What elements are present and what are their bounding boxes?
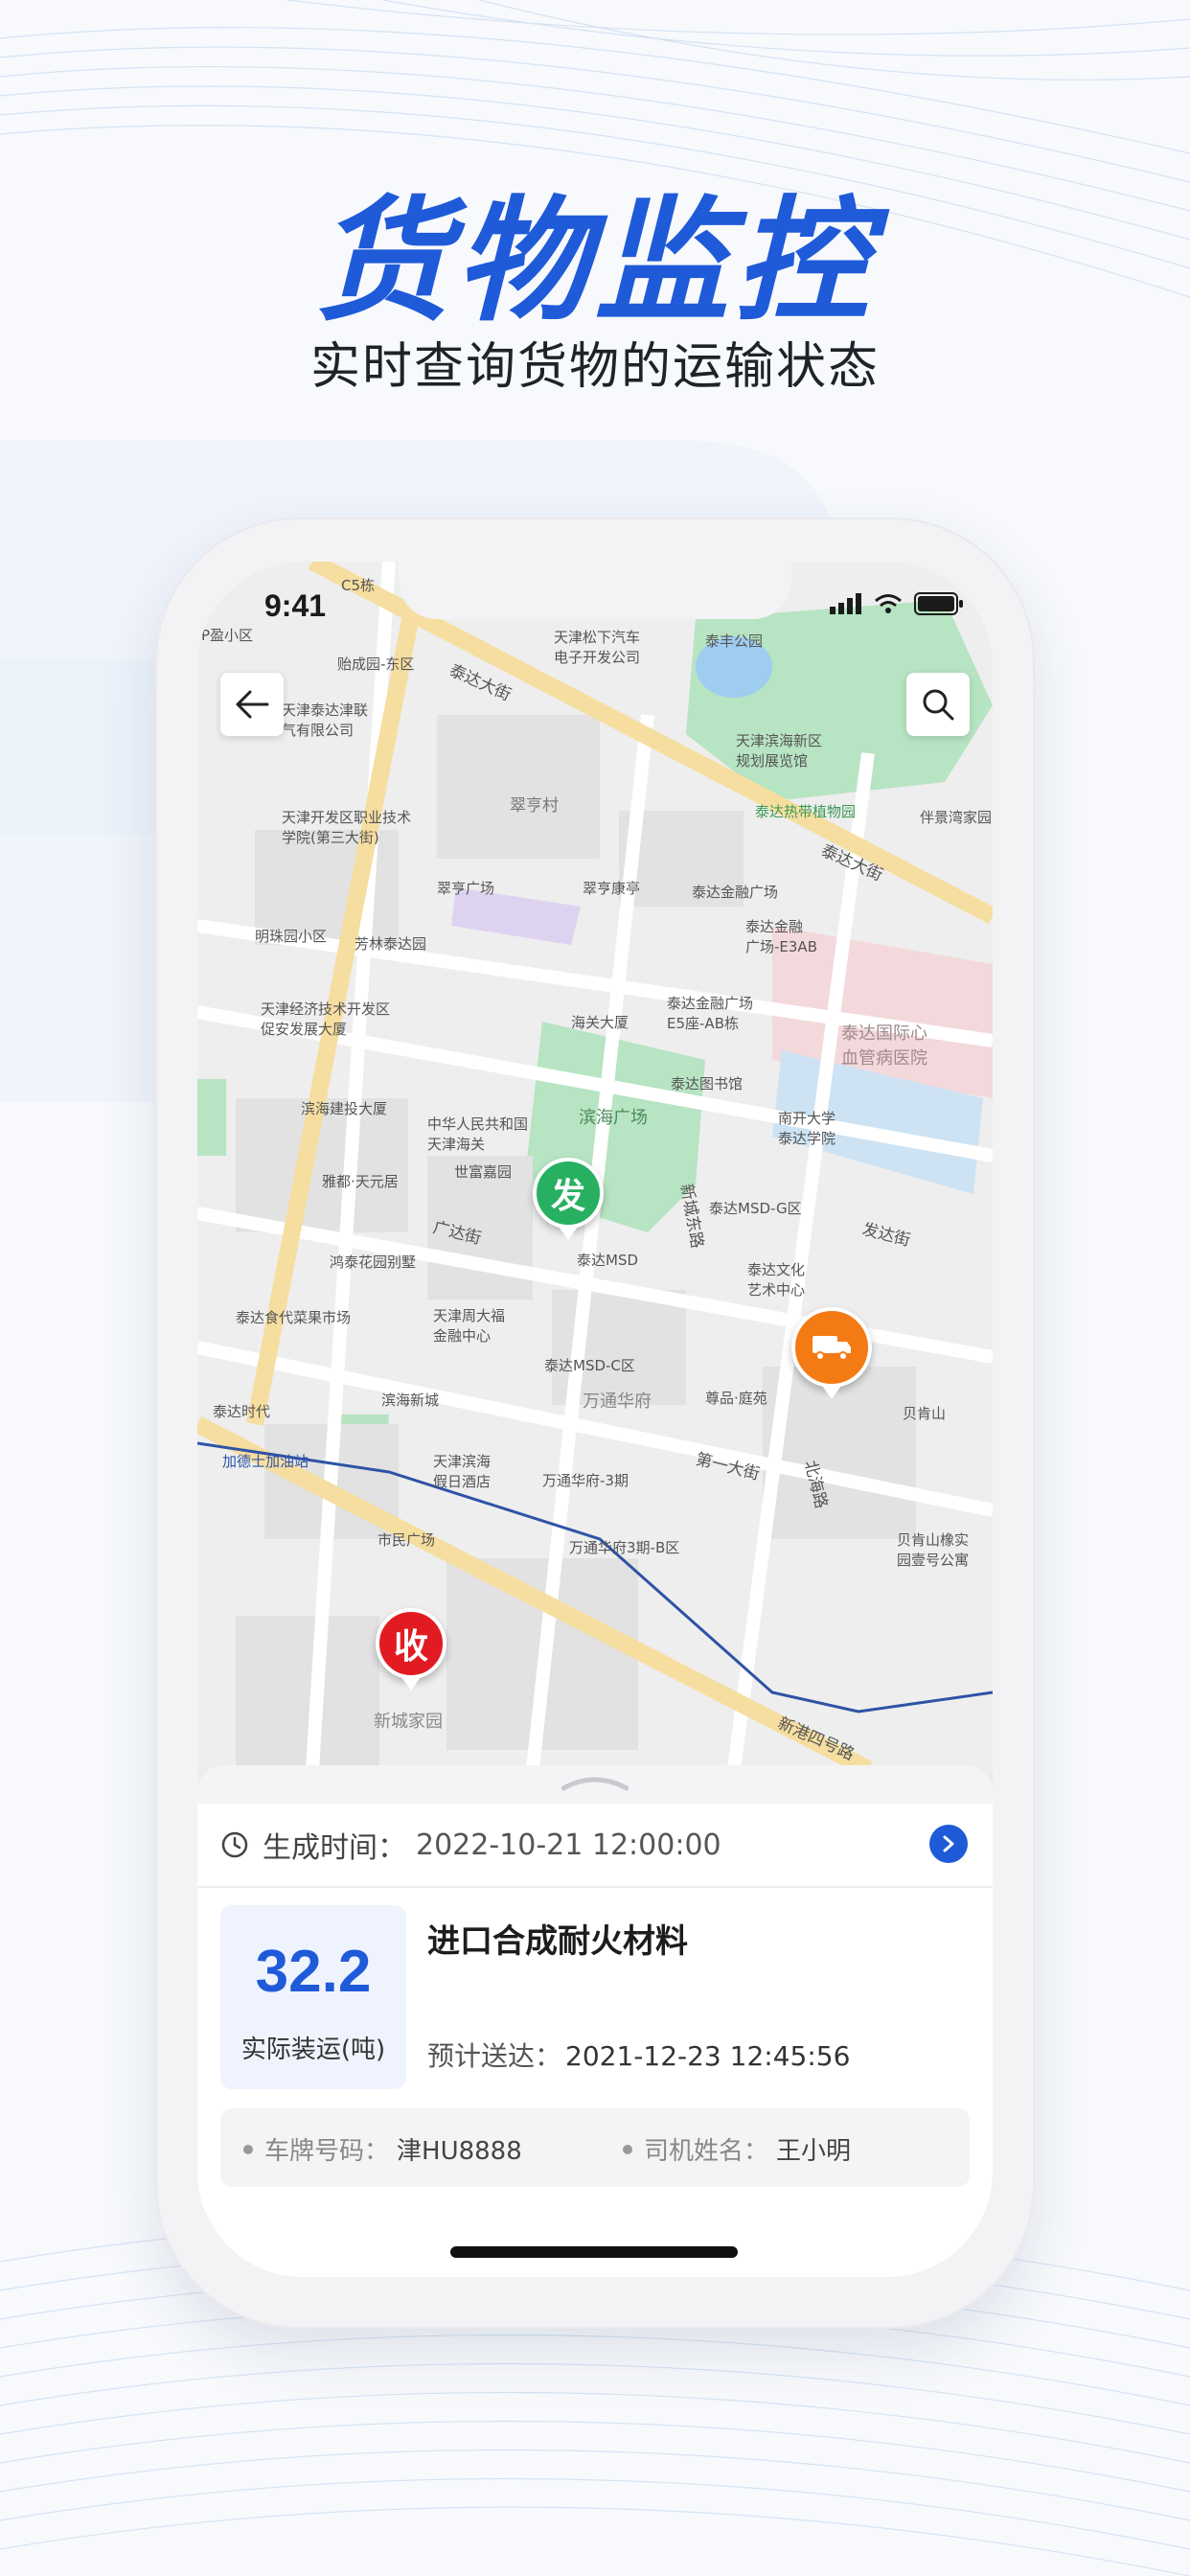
cargo-name: 进口合成耐火材料 [427,1922,688,1961]
status-time: 9:41 [264,588,327,623]
map-label: 滨海建投大厦 [301,1100,388,1117]
map-label: 天津松下汽车 电子开发公司 [554,629,641,666]
plate-label: 车牌号码： [264,2137,390,2166]
phone-screen: C5栋 P盈小区 贻成园-东区 天津松下汽车 电子开发公司 泰丰公园 天津泰达津… [197,562,993,2277]
map-label: 天津经济技术开发区 促安发展大厦 [261,1000,391,1038]
map-label: 市民广场 [378,1531,436,1549]
battery-icon [914,592,963,615]
hero-subtitle: 实时查询货物的运输状态 [309,338,880,396]
eta-label: 预计送达： [427,2040,562,2072]
map-label: 泰丰公园 [705,632,764,650]
weight-value: 32.2 [255,1939,372,2005]
bullet-dot [243,2144,253,2154]
generated-time-value: 2022-10-21 12:00:00 [416,1828,721,1862]
status-icons [830,592,964,615]
map-label: 加德士加油站 [222,1453,309,1470]
map-label: 泰达金融广场 E5座-AB栋 [667,995,754,1032]
home-indicator[interactable] [450,2246,738,2258]
map-label: 泰达金融广场 [692,884,779,901]
map-label: 滨海广场 [579,1108,648,1128]
map-label: 天津滨海新区 规划展览馆 [736,732,823,770]
map-label: 泰达MSD-G区 [709,1200,802,1217]
sheet-handle[interactable] [197,1765,993,1804]
map-label: 天津滨海 假日酒店 [433,1453,492,1490]
map-label: 泰达图书馆 [671,1075,744,1092]
map-label: 雅都·天元居 [322,1173,399,1190]
map-label: 中华人民共和国 天津海关 [427,1116,529,1153]
map-label: 新城家园 [374,1712,443,1732]
eta-row: 预计送达： 2021-12-23 12:45:56 [427,2036,850,2074]
truck-pin[interactable] [791,1307,872,1399]
clock-icon [221,1831,248,1858]
map-label: 贝肯山橡实 园壹号公寓 [897,1531,970,1569]
map-label: 天津泰达津联 气有限公司 [282,702,369,739]
map-label: 南开大学 泰达学院 [778,1110,836,1147]
vehicle-info-row: 车牌号码： 津HU8888 司机姓名： 王小明 [220,2108,970,2187]
plate-item: 车牌号码： 津HU8888 [243,2131,522,2167]
map-label: 泰达文化 艺术中心 [747,1261,806,1299]
driver-label: 司机姓名： [644,2137,769,2166]
driver-value: 王小明 [776,2137,852,2166]
generated-time-label: 生成时间： [263,1831,406,1865]
origin-pin[interactable]: 发 [533,1158,604,1240]
map-label: C5栋 [341,577,376,594]
weight-card: 32.2 实际装运(吨) [220,1905,406,2089]
map[interactable] [197,562,993,1769]
destination-pin[interactable]: 收 [376,1608,446,1690]
map-label: P盈小区 [201,627,254,644]
plate-value: 津HU8888 [397,2137,522,2166]
map-label: 鸿泰花园别墅 [330,1254,417,1271]
map-label: 伴景湾家园 [920,809,993,826]
eta-value: 2021-12-23 12:45:56 [565,2040,851,2072]
shipment-sheet: 生成时间： 2022-10-21 12:00:00 32.2 实际装运(吨) 进… [197,1765,993,2277]
map-label: 泰达食代菜果市场 [236,1309,352,1326]
map-label: 世富嘉园 [454,1163,513,1181]
map-label: 明珠园小区 [255,928,328,945]
notch [399,562,791,619]
map-label: 万通华府3期-B区 [569,1539,680,1556]
back-button[interactable] [220,673,284,736]
map-label: 泰达时代 [213,1403,271,1420]
wifi-icon [875,594,902,613]
map-label: 泰达金融 广场-E3AB [745,918,817,955]
map-label: 芳林泰达园 [355,935,427,953]
map-label: 天津周大福 金融中心 [433,1307,506,1345]
truck-icon [812,1336,851,1361]
map-label: 天津开发区职业技术 学院(第三大街) [282,809,412,846]
map-label: 万通华府 [583,1392,652,1412]
signal-icon [830,593,861,614]
chevron-up-icon [561,1777,629,1791]
search-button[interactable] [906,673,970,736]
map-label: 泰达国际心 血管病医院 [841,1024,927,1069]
back-arrow-icon [236,690,269,719]
weight-label: 实际装运(吨) [240,2036,386,2064]
generated-time-row[interactable]: 生成时间： 2022-10-21 12:00:00 [197,1804,993,1888]
search-icon [923,689,954,721]
chevron-right-icon [943,1835,954,1852]
bullet-dot [623,2144,632,2154]
map-label: 尊品·庭苑 [705,1390,767,1407]
map-label: 贻成园-东区 [337,656,415,673]
map-label: 翠亨村 [510,796,559,816]
driver-item: 司机姓名： 王小明 [623,2131,851,2167]
detail-button[interactable] [929,1825,968,1863]
map-label: 翠亨康亭 [583,880,641,897]
map-label: 泰达MSD [577,1252,639,1269]
map-label: 泰达热带植物园 [755,803,857,820]
map-label: 万通华府-3期 [542,1472,629,1489]
map-label: 泰达MSD-C区 [544,1357,635,1374]
map-label: 滨海新城 [381,1392,440,1409]
map-label: 翠亨广场 [437,880,495,897]
hero-title: 货物监控 [314,184,875,340]
map-label: 贝肯山 [903,1405,947,1422]
map-label: 海关大厦 [571,1014,629,1031]
